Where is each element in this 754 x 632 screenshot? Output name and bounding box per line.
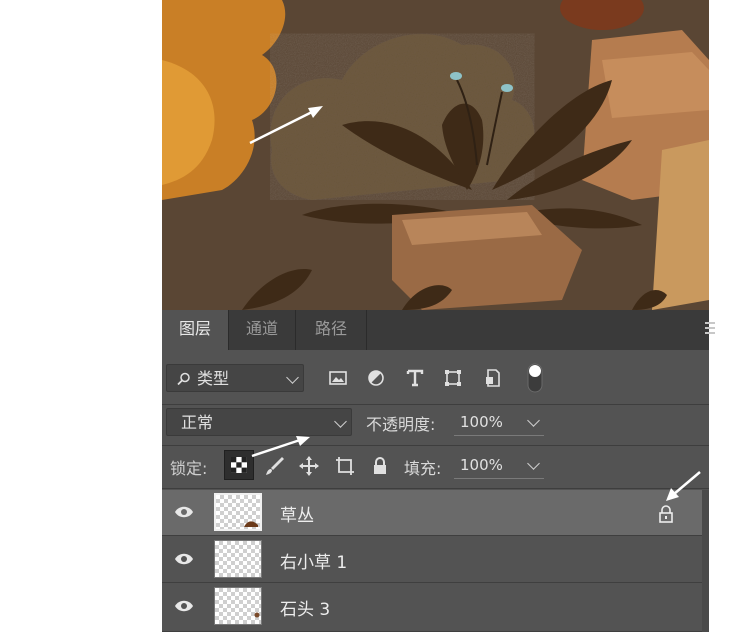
visibility-eye-icon[interactable] (174, 552, 194, 566)
chevron-down-icon (334, 415, 347, 428)
fill-value: 100% (460, 456, 503, 474)
layer-thumbnail (214, 587, 262, 625)
chevron-down-icon (527, 457, 540, 470)
divider (162, 404, 709, 405)
artwork-canvas[interactable] (162, 0, 709, 310)
layer-name: 草丛 (280, 506, 314, 526)
filter-toggle[interactable] (526, 362, 544, 394)
annotation-arrow-lock (251, 436, 310, 458)
opacity-value: 100% (460, 413, 503, 431)
filter-kind-select[interactable]: 类型 (166, 364, 304, 392)
layers-scrollbar[interactable] (702, 490, 709, 632)
layer-row-right-grass[interactable]: 右小草 1 (162, 537, 702, 583)
opacity-field[interactable]: 100% (454, 408, 544, 436)
chevron-down-icon (527, 414, 540, 427)
adjustment-filter-icon[interactable] (365, 367, 387, 389)
text-filter-icon[interactable] (404, 367, 426, 389)
layer-name: 右小草 1 (280, 553, 348, 573)
panel-tab-bar: 图层 通道 路径 (162, 310, 715, 350)
panel-margin (709, 310, 754, 632)
image-filter-icon[interactable] (327, 367, 349, 389)
tab-layers[interactable]: 图层 (162, 310, 229, 350)
lock-artboard-icon[interactable] (334, 455, 356, 477)
panel-menu-icon[interactable] (705, 322, 715, 336)
layer-row-grass[interactable]: 草丛 (162, 490, 702, 536)
visibility-eye-icon[interactable] (174, 505, 194, 519)
layer-thumbnail (214, 493, 262, 531)
divider (162, 488, 709, 489)
layer-name: 石头 3 (280, 600, 331, 620)
lock-transparent-pixels-icon (231, 457, 247, 473)
search-icon (177, 372, 190, 386)
lock-all-icon[interactable] (369, 455, 391, 477)
annotation-arrow-layer-lock (666, 471, 701, 501)
opacity-label: 不透明度: (366, 415, 436, 434)
layer-lock-icon (659, 505, 673, 523)
fill-label: 填充: (404, 459, 442, 478)
divider (162, 445, 709, 446)
visibility-eye-icon[interactable] (174, 599, 194, 613)
lock-label: 锁定: (170, 459, 208, 478)
fill-field[interactable]: 100% (454, 451, 544, 479)
layers-panel: 图层 通道 路径 类型 正常 不透明度: 100% 锁定: 填充: 100% 草… (162, 310, 715, 632)
filter-kind-label: 类型 (197, 369, 230, 388)
layer-thumbnail (214, 540, 262, 578)
shape-filter-icon[interactable] (442, 367, 464, 389)
layer-row-stone[interactable]: 石头 3 (162, 584, 702, 632)
tab-paths[interactable]: 路径 (296, 310, 367, 350)
chevron-down-icon (286, 371, 299, 384)
smart-object-filter-icon[interactable] (482, 367, 504, 389)
blend-mode-value: 正常 (181, 413, 214, 432)
illustration (162, 0, 709, 310)
tab-channels[interactable]: 通道 (229, 310, 296, 350)
